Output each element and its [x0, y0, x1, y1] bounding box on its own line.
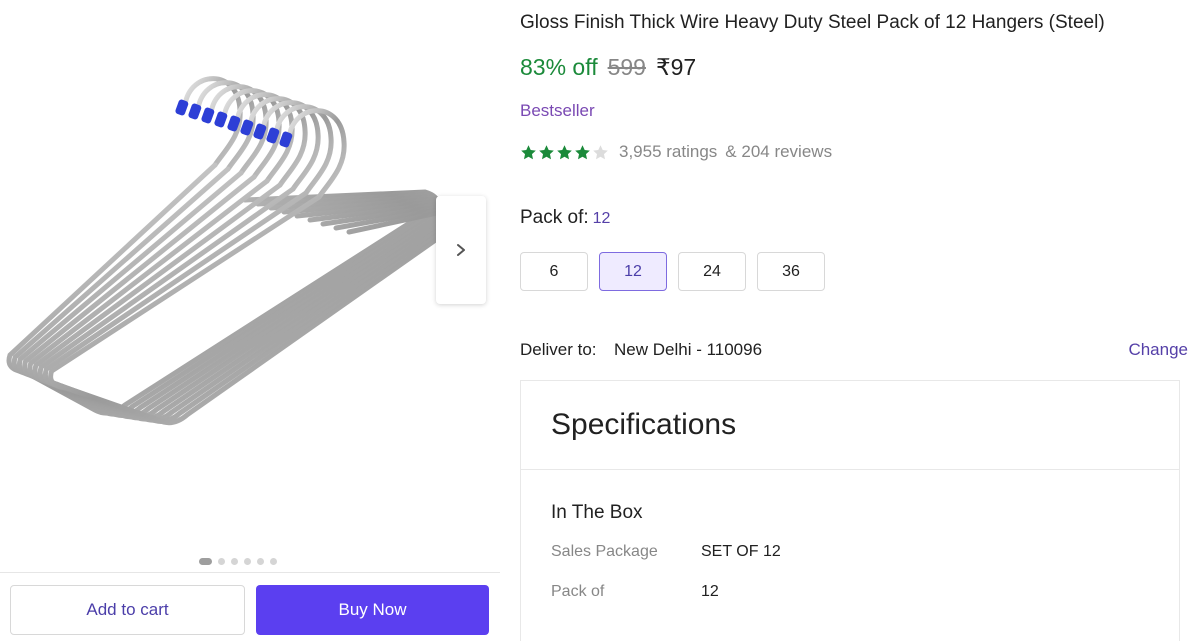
pagination-dot[interactable]: [270, 558, 277, 565]
pagination-dot[interactable]: [218, 558, 225, 565]
delivery-location: New Delhi - 110096: [614, 340, 763, 359]
specifications-card: Specifications In The Box Sales Package …: [520, 380, 1180, 641]
pack-option-36[interactable]: 36: [757, 252, 825, 291]
star-filled-icon: [539, 144, 554, 159]
star-empty-icon: [593, 144, 608, 159]
discount-percent: 83% off: [520, 54, 598, 80]
product-details: Gloss Finish Thick Wire Heavy Duty Steel…: [520, 0, 1200, 641]
spec-value: SET OF 12: [701, 543, 781, 560]
pack-label-text: Pack of:: [520, 207, 589, 228]
pack-selected-value: 12: [592, 210, 611, 227]
product-gallery: Add to cart Buy Now: [0, 0, 500, 641]
pack-option-12[interactable]: 12: [599, 252, 667, 291]
pack-options: 6 12 24 36: [520, 252, 825, 291]
spec-group-title: In The Box: [551, 502, 643, 523]
add-to-cart-button[interactable]: Add to cart: [10, 585, 245, 635]
action-bar: Add to cart Buy Now: [0, 572, 500, 641]
pack-option-24[interactable]: 24: [678, 252, 746, 291]
chevron-right-icon: [457, 244, 465, 256]
pack-option-6[interactable]: 6: [520, 252, 588, 291]
divider: [521, 469, 1179, 470]
selling-price: ₹97: [655, 54, 697, 80]
price-row: 83% off 599 ₹97: [520, 54, 696, 81]
original-price: 599: [607, 54, 646, 80]
buy-now-button[interactable]: Buy Now: [256, 585, 489, 635]
rating-row[interactable]: 3,955 ratings & 204 reviews: [520, 142, 832, 162]
next-image-button[interactable]: [436, 196, 486, 304]
pagination-dot[interactable]: [231, 558, 238, 565]
pagination-dot[interactable]: [244, 558, 251, 565]
spec-value: 12: [701, 583, 719, 600]
star-filled-icon: [521, 144, 536, 159]
product-image[interactable]: [0, 50, 490, 450]
image-pagination-dots: [199, 558, 277, 565]
spec-key: Sales Package: [551, 543, 658, 560]
specifications-title: Specifications: [551, 408, 737, 441]
bestseller-badge: Bestseller: [520, 101, 595, 120]
star-filled-icon: [575, 144, 590, 159]
pack-selector-label: Pack of: 12: [520, 207, 610, 229]
spec-key: Pack of: [551, 583, 605, 600]
ratings-count: 3,955 ratings: [619, 142, 718, 161]
product-title: Gloss Finish Thick Wire Heavy Duty Steel…: [520, 12, 1105, 33]
star-rating: [520, 144, 609, 161]
pagination-dot[interactable]: [257, 558, 264, 565]
reviews-count: & 204 reviews: [725, 142, 833, 161]
deliver-label: Deliver to:: [520, 340, 597, 359]
change-location-link[interactable]: Change: [1128, 340, 1188, 360]
star-filled-icon: [557, 144, 572, 159]
pagination-dot[interactable]: [199, 558, 212, 565]
